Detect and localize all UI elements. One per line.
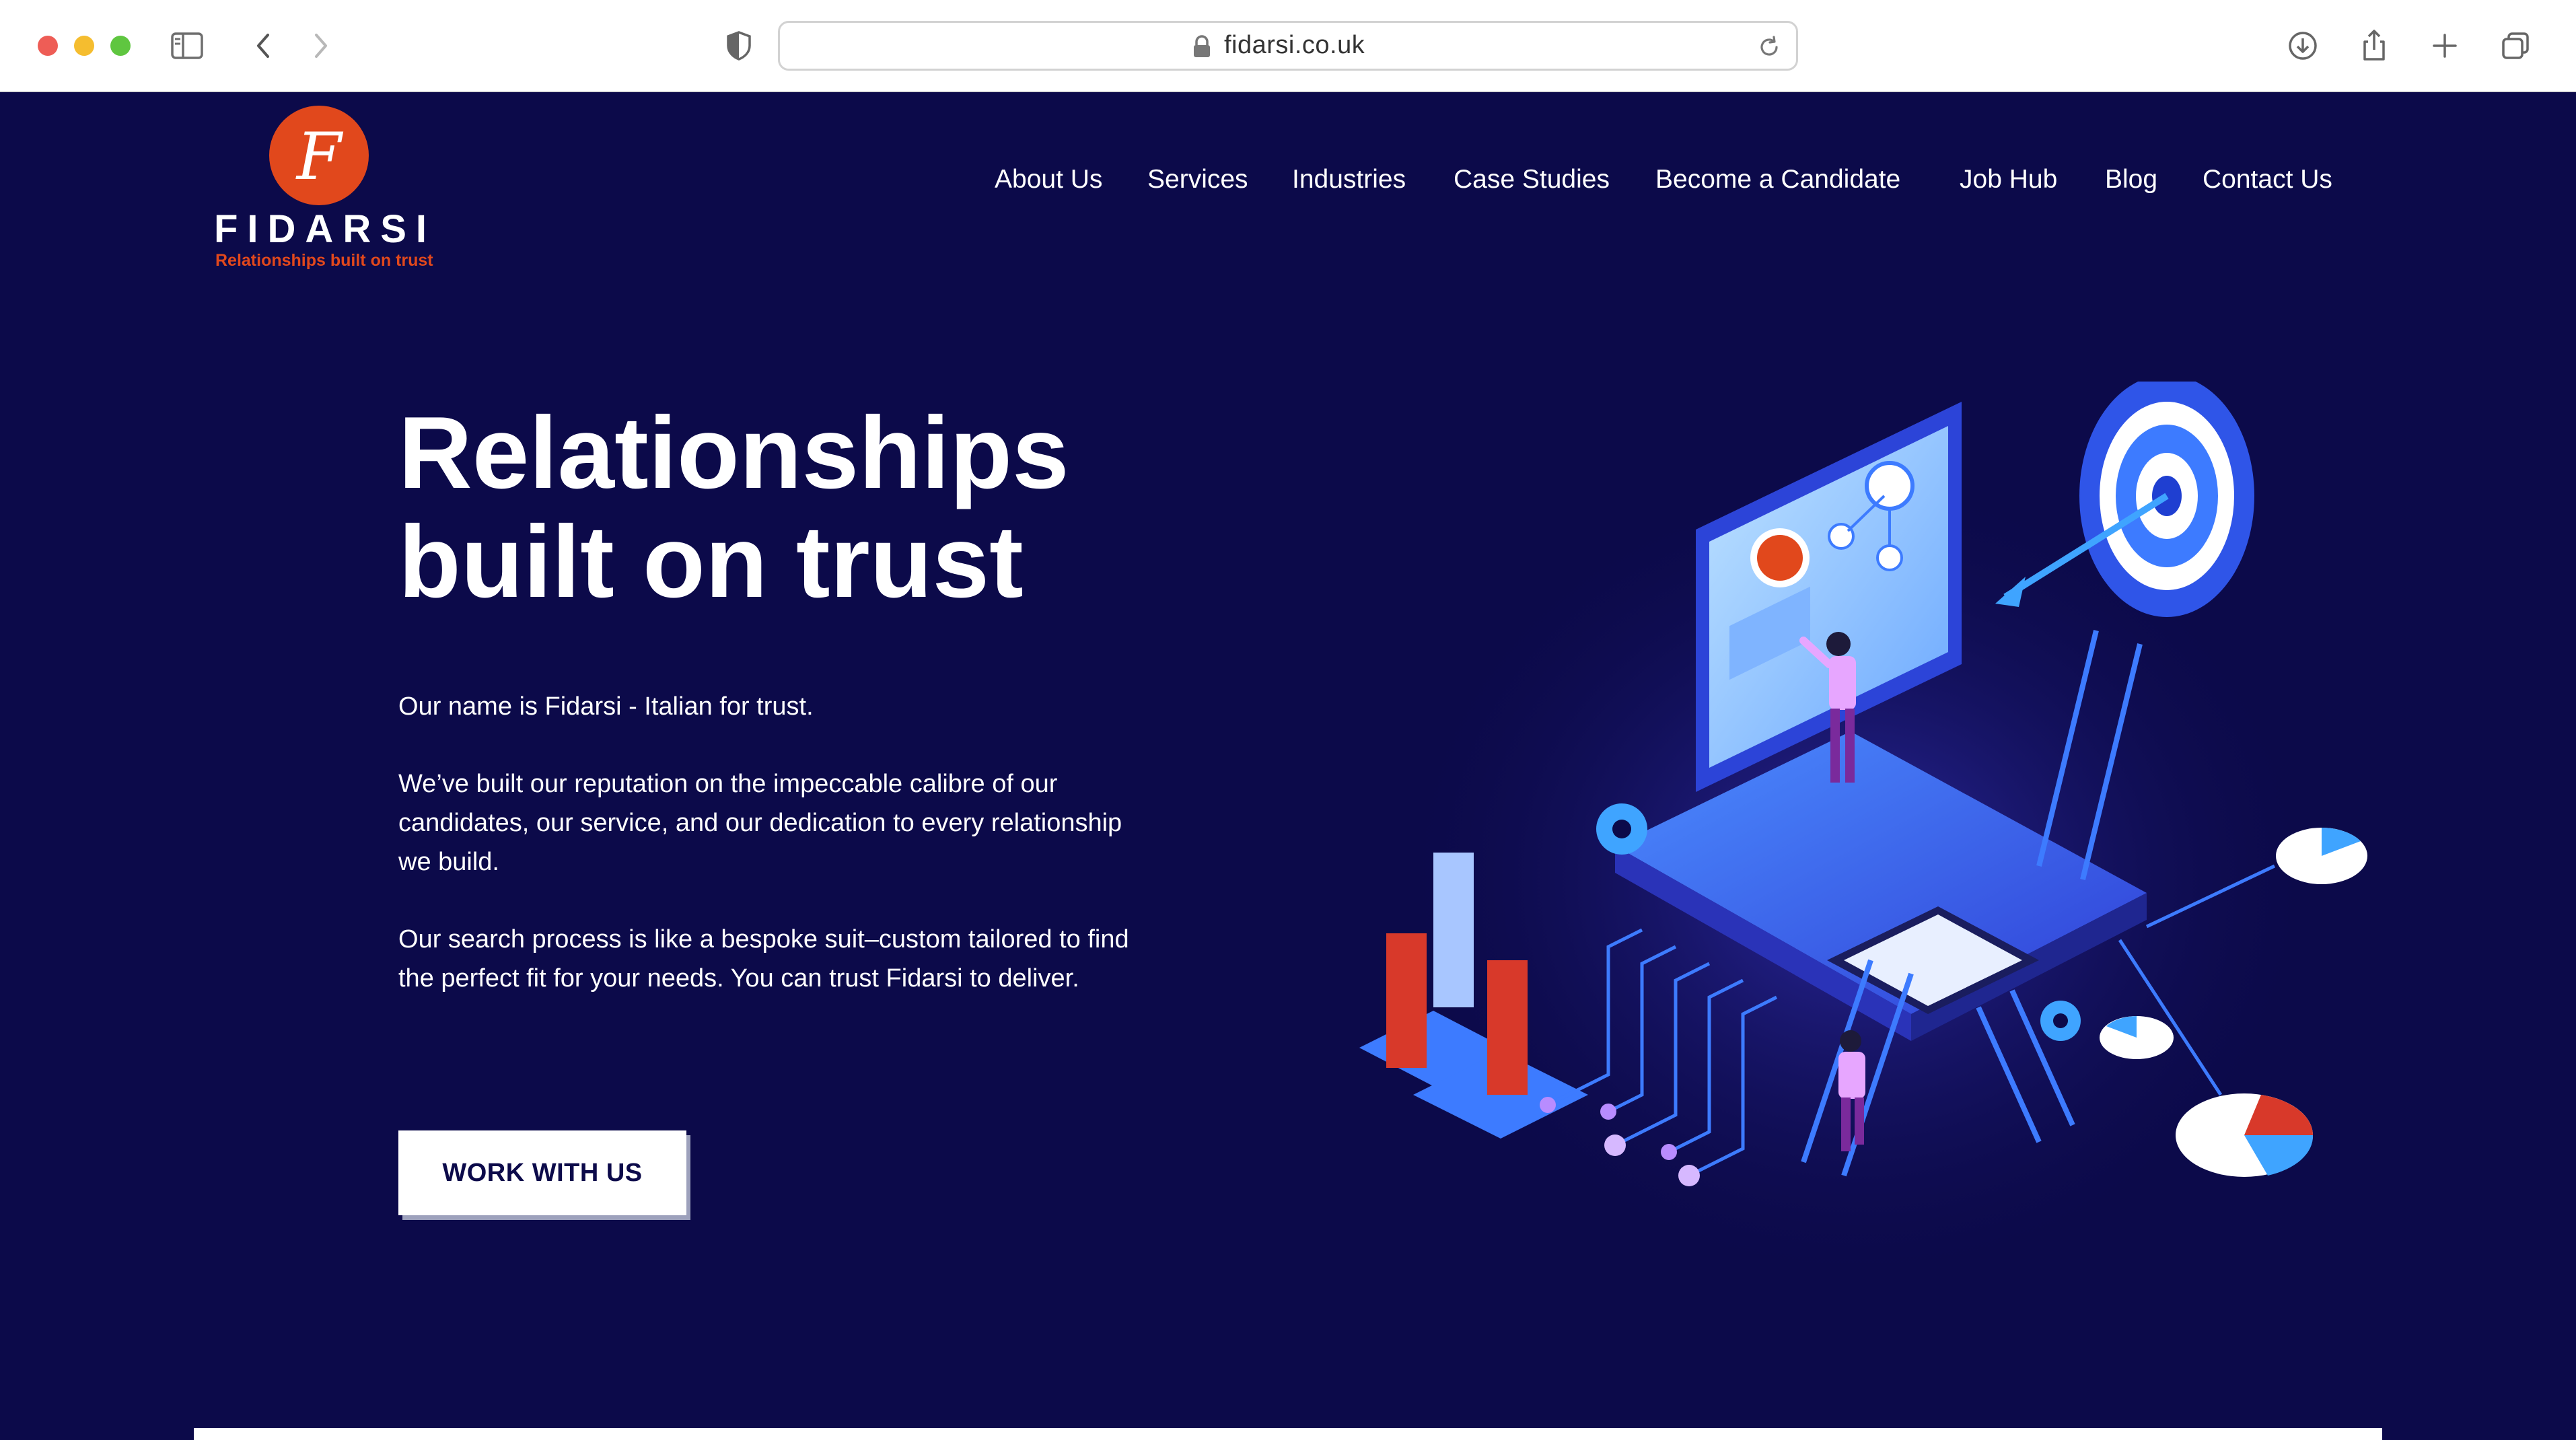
close-window-button[interactable] [38,36,58,56]
hero-heading-line-2: built on trust [398,505,1024,619]
reload-icon[interactable] [1754,32,1784,62]
logo-monogram-badge: F [269,106,369,205]
nav-about-us[interactable]: About Us [995,165,1102,194]
sidebar-icon[interactable] [167,26,207,66]
hero-intro-text: Our name is Fidarsi - Italian for trust. [398,692,814,721]
zoom-window-button[interactable] [110,36,131,56]
hero-heading-line-1: Relationships [398,396,1069,510]
logo-tagline: Relationships built on trust [215,251,433,270]
new-tab-icon[interactable] [2425,26,2465,66]
back-icon[interactable] [244,26,284,66]
site-page: F FIDARSI Relationships built on trust A… [0,92,2576,1440]
shield-icon[interactable] [719,26,759,66]
tabs-overview-icon[interactable] [2495,26,2536,66]
nav-case-studies[interactable]: Case Studies [1454,165,1610,194]
minimize-window-button[interactable] [74,36,94,56]
work-with-us-button[interactable]: WORK WITH US [398,1130,686,1215]
hero-heading: Relationships built on trust [398,398,1139,616]
lock-icon [1190,34,1213,59]
share-icon[interactable] [2354,26,2394,66]
download-icon[interactable] [2283,26,2323,66]
browser-toolbar: fidarsi.co.uk [0,0,2576,92]
nav-industries[interactable]: Industries [1292,165,1406,194]
nav-job-hub[interactable]: Job Hub [1960,165,2057,194]
fidarsi-logo[interactable]: F FIDARSI Relationships built on trust [214,106,436,270]
logo-wordmark: FIDARSI [214,207,436,251]
url-text: fidarsi.co.uk [1224,31,1365,59]
nav-services[interactable]: Services [1147,165,1248,194]
nav-blog[interactable]: Blog [2105,165,2157,194]
nav-become-a-candidate[interactable]: Become a Candidate [1655,165,1900,194]
next-section-edge [194,1428,2382,1440]
hero-search-process-text: Our search process is like a bespoke sui… [398,925,1129,993]
nav-contact-us[interactable]: Contact Us [2203,165,2332,194]
hero-illustration [1279,375,2409,1391]
logo-monogram: F [296,119,342,194]
hero-reputation-text: We’ve built our reputation on the impecc… [398,770,1122,876]
address-bar[interactable]: fidarsi.co.uk [778,21,1798,71]
forward-icon[interactable] [300,26,341,66]
